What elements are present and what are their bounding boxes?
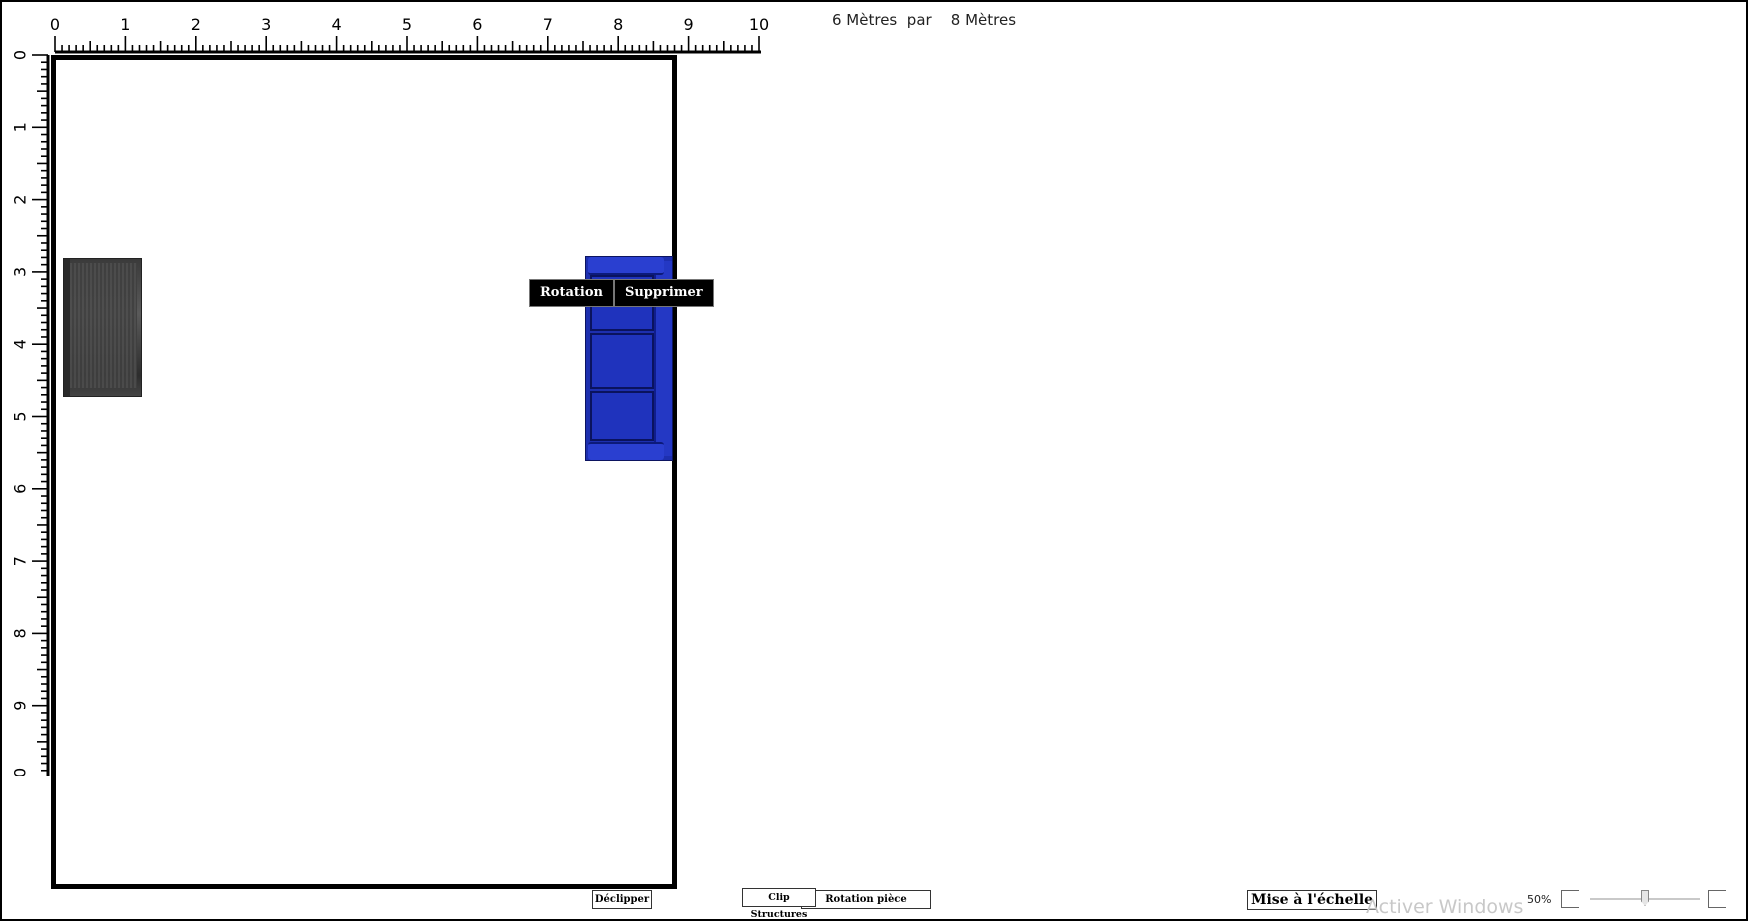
zoom-slider[interactable] <box>1590 890 1700 906</box>
vertical-ruler: 0 1 2 3 4 5 6 7 8 9 10 <box>2 46 50 776</box>
ruler-label: 2 <box>191 15 201 34</box>
zoom-level: 50% <box>1527 893 1552 906</box>
ruler-label: 0 <box>50 15 60 34</box>
sofa-cushion <box>590 391 654 441</box>
room-width-value: 6 Mètres <box>832 11 898 29</box>
ruler-label: 9 <box>11 701 30 711</box>
ruler-label: 6 <box>472 15 482 34</box>
ruler-label: 4 <box>332 15 342 34</box>
bed-mattress <box>70 263 137 388</box>
ruler-label: 5 <box>11 411 30 421</box>
ruler-label: 3 <box>261 15 271 34</box>
ruler-label: 10 <box>11 768 30 776</box>
sofa-cushion <box>590 333 654 389</box>
bed-furniture[interactable] <box>63 258 142 397</box>
ruler-label: 8 <box>613 15 623 34</box>
sofa-armrest-top <box>588 257 664 275</box>
ruler-label: 10 <box>749 15 769 34</box>
dimension-separator: par <box>906 11 932 29</box>
unclip-button[interactable]: Déclipper <box>592 890 652 909</box>
furniture-context-menu: Rotation Supprimer <box>529 279 714 307</box>
ruler-label: 8 <box>11 628 30 638</box>
ruler-label: 1 <box>120 15 130 34</box>
ruler-label: 6 <box>11 484 30 494</box>
zoom-in-button[interactable] <box>1708 890 1726 908</box>
delete-button[interactable]: Supprimer <box>613 279 714 307</box>
clip-structures-button[interactable]: Clip Structures <box>742 888 816 920</box>
zoom-out-button[interactable] <box>1561 890 1579 908</box>
rotate-button[interactable]: Rotation <box>529 279 614 307</box>
ruler-label: 3 <box>11 267 30 277</box>
rotate-room-button[interactable]: Rotation pièce <box>801 890 931 909</box>
ruler-label: 1 <box>11 122 30 132</box>
scale-button[interactable]: Mise à l'échelle <box>1247 890 1377 910</box>
zoom-slider-thumb[interactable] <box>1641 890 1649 906</box>
app-window: 0 1 2 3 4 5 6 7 8 9 10 0 1 2 3 4 5 6 7 8 9 10 6 Mètres par 8… <box>0 0 1748 921</box>
horizontal-ruler: 0 1 2 3 4 5 6 7 8 9 10 <box>42 12 782 54</box>
room-canvas[interactable] <box>51 55 677 889</box>
ruler-label: 4 <box>11 339 30 349</box>
ruler-label: 5 <box>402 15 412 34</box>
ruler-label: 2 <box>11 195 30 205</box>
sofa-armrest-bottom <box>588 442 664 460</box>
activate-windows-watermark: Activer Windows <box>1366 896 1524 918</box>
room-dimensions: 6 Mètres par 8 Mètres <box>832 11 1016 29</box>
ruler-label: 9 <box>684 15 694 34</box>
ruler-label: 0 <box>11 50 30 60</box>
room-height-value: 8 Mètres <box>950 11 1017 29</box>
ruler-label: 7 <box>543 15 553 34</box>
ruler-label: 7 <box>11 556 30 566</box>
